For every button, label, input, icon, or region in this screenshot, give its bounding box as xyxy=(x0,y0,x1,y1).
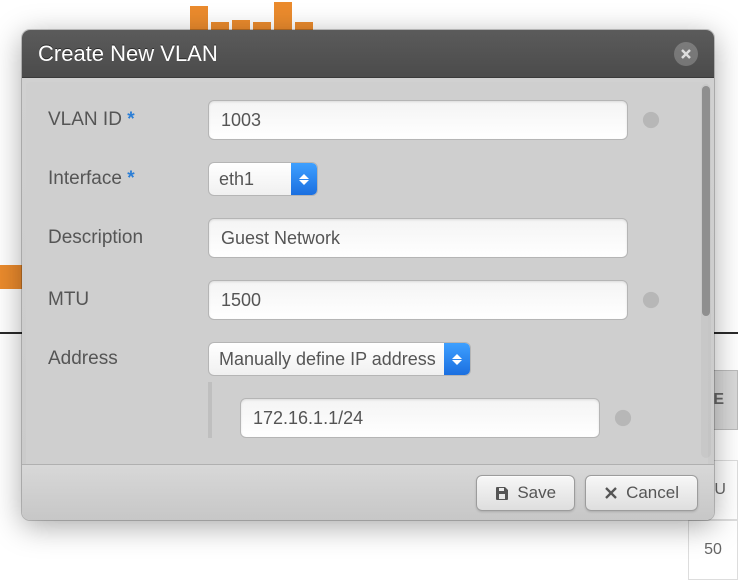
address-mode-select[interactable]: Manually define IP address xyxy=(208,342,471,376)
save-button[interactable]: Save xyxy=(476,475,575,511)
mtu-label: MTU xyxy=(48,289,208,311)
info-icon[interactable] xyxy=(638,111,664,129)
background-bar-chart xyxy=(190,0,350,30)
close-icon xyxy=(680,48,692,60)
mtu-input[interactable] xyxy=(208,280,628,320)
save-button-label: Save xyxy=(517,483,556,503)
close-button[interactable] xyxy=(674,42,698,66)
interface-select[interactable]: eth1 xyxy=(208,162,318,196)
interface-label: Interface * xyxy=(48,168,208,190)
cancel-button-label: Cancel xyxy=(626,483,679,503)
save-icon xyxy=(495,486,509,500)
description-input[interactable] xyxy=(208,218,628,258)
background-table-cell: 50 xyxy=(688,520,738,580)
cancel-button[interactable]: Cancel xyxy=(585,475,698,511)
vlan-id-input[interactable] xyxy=(208,100,628,140)
dialog-footer: Save Cancel xyxy=(22,464,714,520)
dialog-scrollbar[interactable] xyxy=(701,84,711,458)
address-label: Address xyxy=(48,348,208,370)
select-stepper-icon xyxy=(291,163,317,195)
dialog-title: Create New VLAN xyxy=(38,41,674,67)
create-vlan-dialog: Create New VLAN VLAN ID * Interface * et… xyxy=(22,30,714,520)
cancel-icon xyxy=(604,486,618,500)
background-orange-block xyxy=(0,265,22,289)
address-mode-value: Manually define IP address xyxy=(219,349,436,370)
interface-select-value: eth1 xyxy=(219,169,254,190)
vlan-id-label: VLAN ID * xyxy=(48,109,208,131)
info-icon[interactable] xyxy=(610,409,636,427)
info-icon[interactable] xyxy=(638,291,664,309)
dialog-titlebar: Create New VLAN xyxy=(22,30,714,78)
description-label: Description xyxy=(48,227,208,249)
scrollbar-thumb[interactable] xyxy=(702,86,710,316)
ip-address-input[interactable] xyxy=(240,398,600,438)
select-stepper-icon xyxy=(444,343,470,375)
